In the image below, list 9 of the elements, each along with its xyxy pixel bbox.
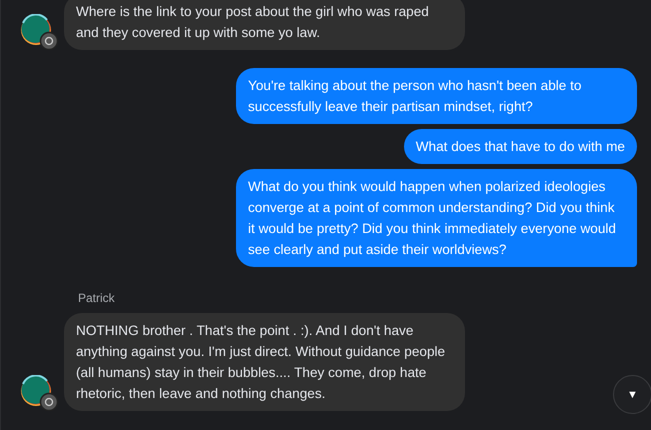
- avatar-icon[interactable]: [20, 375, 60, 411]
- message-bubble: You're talking about the person who hasn't been able to successfully leave their partisan mindset, right?: [236, 68, 637, 124]
- scroll-down-button[interactable]: ▼: [613, 375, 651, 414]
- sender-name: Patrick: [78, 291, 116, 305]
- message-bubble: What do you think would happen when polarized ideologies converge at a point of common understanding? Did you think it would be pretty? Did you think immediately everyone would see clearly and put aside their worldviews?: [236, 169, 637, 267]
- message-bubble: NOTHING brother . That's the point . :). And I don't have anything against you. I'm just direct. Without guidance people (all humans) stay in their bubbles.... They come, drop hate rhetoric, then leave and nothing changes.: [64, 313, 465, 411]
- message-bubble: What does that have to do with me: [404, 129, 637, 164]
- avatar-icon[interactable]: [20, 14, 60, 50]
- message-bubble: Where is the link to your post about the girl who was raped and they covered it up with some yo law.: [64, 0, 465, 50]
